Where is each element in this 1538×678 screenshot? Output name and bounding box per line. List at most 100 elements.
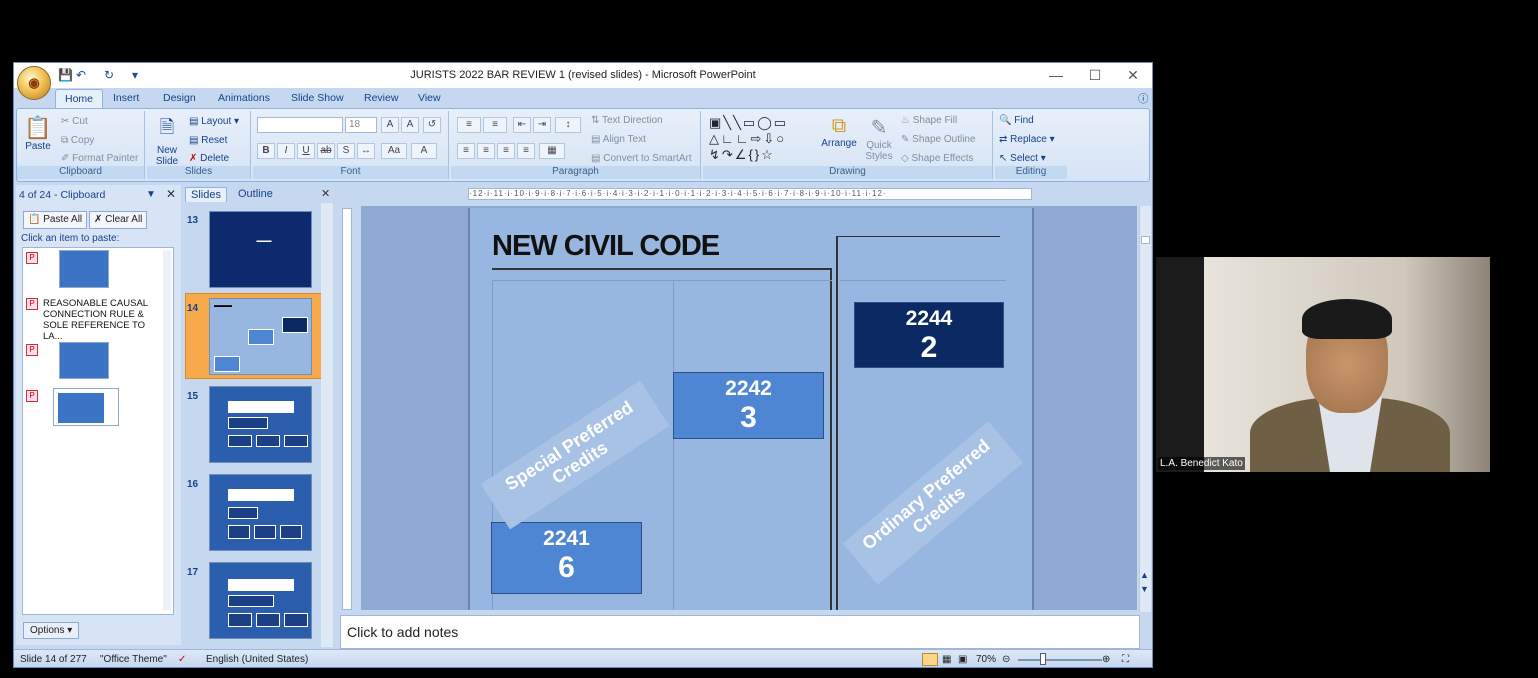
tab-slides[interactable]: Slides [185, 187, 227, 202]
pane-menu-icon[interactable]: ▼ [146, 189, 156, 200]
slides-pane-close-icon[interactable]: ✕ [321, 187, 330, 200]
quick-styles-button[interactable]: ✎ Quick Styles [861, 115, 897, 162]
shape-fill-button[interactable]: ♨ Shape Fill [901, 115, 957, 126]
clear-formatting-button[interactable]: ↺ [423, 117, 441, 133]
shape-effects-button[interactable]: ◇ Shape Effects [901, 153, 974, 164]
slide-thumbnail[interactable] [209, 474, 312, 551]
clipboard-group-label[interactable]: Clipboard [17, 166, 144, 179]
paste-all-button[interactable]: 📋 Paste All [23, 211, 88, 229]
char-spacing-button[interactable]: ↔ [357, 143, 375, 159]
clipboard-item[interactable]: P REASONABLE CAUSAL CONNECTION RULE & SO… [23, 298, 163, 342]
clear-all-button[interactable]: ✗ Clear All [89, 211, 148, 229]
slide-sorter-icon[interactable]: ▦ [942, 654, 951, 665]
office-button[interactable]: ◉ [17, 66, 51, 100]
font-color-button[interactable]: A [411, 143, 437, 159]
article-2242-box[interactable]: 2242 3 [673, 372, 824, 439]
slide-thumbnail[interactable] [209, 386, 312, 463]
undo-icon[interactable]: ↶ [76, 68, 86, 84]
text-direction-button[interactable]: ⇅ Text Direction [591, 115, 663, 126]
clipboard-item[interactable]: P [23, 250, 163, 292]
customize-qat-icon[interactable]: ▾ [132, 68, 138, 84]
columns-button[interactable]: ▦ [539, 143, 565, 159]
format-painter-button[interactable]: ✐ Format Painter [61, 153, 138, 164]
font-size-combo[interactable]: 18 [345, 117, 377, 133]
convert-smartart-button[interactable]: ▤ Convert to SmartArt [591, 153, 692, 164]
save-icon[interactable]: 💾 [58, 68, 73, 84]
cut-button[interactable]: ✂ Cut [61, 116, 88, 127]
arrange-button[interactable]: ⧉ Arrange [819, 115, 859, 149]
notes-pane[interactable]: Click to add notes [340, 615, 1140, 649]
zoom-level[interactable]: 70% [976, 654, 996, 665]
bullets-button[interactable]: ≡ [457, 117, 481, 133]
tab-insert[interactable]: Insert [113, 92, 139, 104]
paragraph-group-label[interactable]: Paragraph [451, 166, 700, 179]
tab-home[interactable]: Home [55, 89, 104, 109]
shape-outline-button[interactable]: ✎ Shape Outline [901, 134, 976, 145]
ordinary-preferred-credits-arrow[interactable]: Ordinary Preferred Credits [842, 421, 1024, 585]
underline-button[interactable]: U [297, 143, 315, 159]
zoom-out-icon[interactable]: ⊝ [1002, 654, 1010, 665]
options-button[interactable]: Options ▾ [23, 622, 80, 639]
article-2241-box[interactable]: 2241 6 [491, 522, 642, 594]
clipboard-item[interactable]: P [23, 342, 163, 382]
redo-icon[interactable]: ↻ [104, 68, 114, 84]
tab-slide-show[interactable]: Slide Show [291, 92, 344, 104]
reset-button[interactable]: ▤ Reset [189, 135, 227, 146]
minimize-button[interactable]: — [1041, 67, 1071, 83]
previous-slide-icon[interactable]: ▲ [1140, 570, 1149, 580]
drawing-group-label[interactable]: Drawing [703, 166, 992, 179]
zoom-slider[interactable] [1018, 659, 1102, 661]
article-2244-box[interactable]: 2244 2 [854, 302, 1004, 368]
align-center-button[interactable]: ≡ [477, 143, 495, 159]
grow-font-button[interactable]: A [381, 117, 399, 133]
increase-indent-button[interactable]: ⇥ [533, 117, 551, 133]
select-button[interactable]: ↖ Select ▾ [999, 153, 1046, 164]
tab-review[interactable]: Review [364, 92, 398, 104]
slide-thumbnail[interactable] [209, 562, 312, 639]
line-spacing-button[interactable]: ↕ [555, 117, 581, 133]
new-slide-button[interactable]: 🗎 New Slide [151, 115, 183, 167]
clipboard-scrollbar[interactable] [163, 250, 171, 610]
font-group-label[interactable]: Font [253, 166, 448, 179]
close-button[interactable]: ✕ [1118, 67, 1148, 84]
shrink-font-button[interactable]: A [401, 117, 419, 133]
tab-design[interactable]: Design [163, 92, 196, 104]
font-name-combo[interactable] [257, 117, 343, 133]
paste-button[interactable]: 📋 Paste [23, 115, 53, 152]
slide-title[interactable]: NEW CIVIL CODE [492, 230, 720, 263]
maximize-button[interactable]: ☐ [1080, 67, 1110, 84]
layout-button[interactable]: ▤ Layout ▾ [189, 116, 239, 127]
find-button[interactable]: 🔍 Find [999, 115, 1034, 126]
align-right-button[interactable]: ≡ [497, 143, 515, 159]
pane-close-icon[interactable]: ✕ [166, 187, 176, 201]
normal-view-icon[interactable] [922, 653, 938, 666]
scroll-thumb[interactable] [1141, 236, 1150, 244]
special-preferred-credits-arrow[interactable]: Special Preferred Credits [480, 380, 670, 530]
copy-button[interactable]: ⧉ Copy [61, 135, 94, 146]
bold-button[interactable]: B [257, 143, 275, 159]
shapes-gallery[interactable]: ▣╲╲▭◯▭ △∟∟⇨⇩○ ↯↷∠{}☆ [709, 115, 813, 163]
zoom-slider-handle[interactable] [1040, 653, 1046, 665]
vertical-ruler[interactable] [342, 208, 352, 610]
numbering-button[interactable]: ≡ [483, 117, 507, 133]
slide-editor[interactable]: NEW CIVIL CODE 2244 2 2242 3 2241 6 Spec… [468, 208, 1034, 610]
slide-thumbnail[interactable]: ▬▬▬ [209, 211, 312, 288]
slide-scrollbar[interactable]: ▲ ▼ [1139, 206, 1151, 612]
change-case-button[interactable]: Aa [381, 143, 407, 159]
align-left-button[interactable]: ≡ [457, 143, 475, 159]
replace-button[interactable]: ⇄ Replace ▾ [999, 134, 1055, 145]
justify-button[interactable]: ≡ [517, 143, 535, 159]
help-icon[interactable]: ⓘ [1138, 91, 1149, 106]
delete-button[interactable]: ✗ Delete [189, 153, 229, 164]
fit-to-window-icon[interactable]: ⛶ [1122, 654, 1129, 665]
horizontal-ruler[interactable]: ·12·i·11·i·10·i·9·i·8·i·7·i·6·i·5·i·4·i·… [468, 188, 1032, 200]
decrease-indent-button[interactable]: ⇤ [513, 117, 531, 133]
tab-view[interactable]: View [418, 92, 441, 104]
align-text-button[interactable]: ▤ Align Text [591, 134, 646, 145]
slide-show-icon[interactable]: ▣ [958, 654, 967, 665]
language-indicator[interactable]: English (United States) [206, 654, 308, 665]
clipboard-item[interactable]: P [23, 388, 163, 428]
italic-button[interactable]: I [277, 143, 295, 159]
zoom-in-icon[interactable]: ⊕ [1102, 654, 1110, 665]
slide-thumbnail-selected[interactable]: ▬▬▬ [209, 298, 312, 375]
